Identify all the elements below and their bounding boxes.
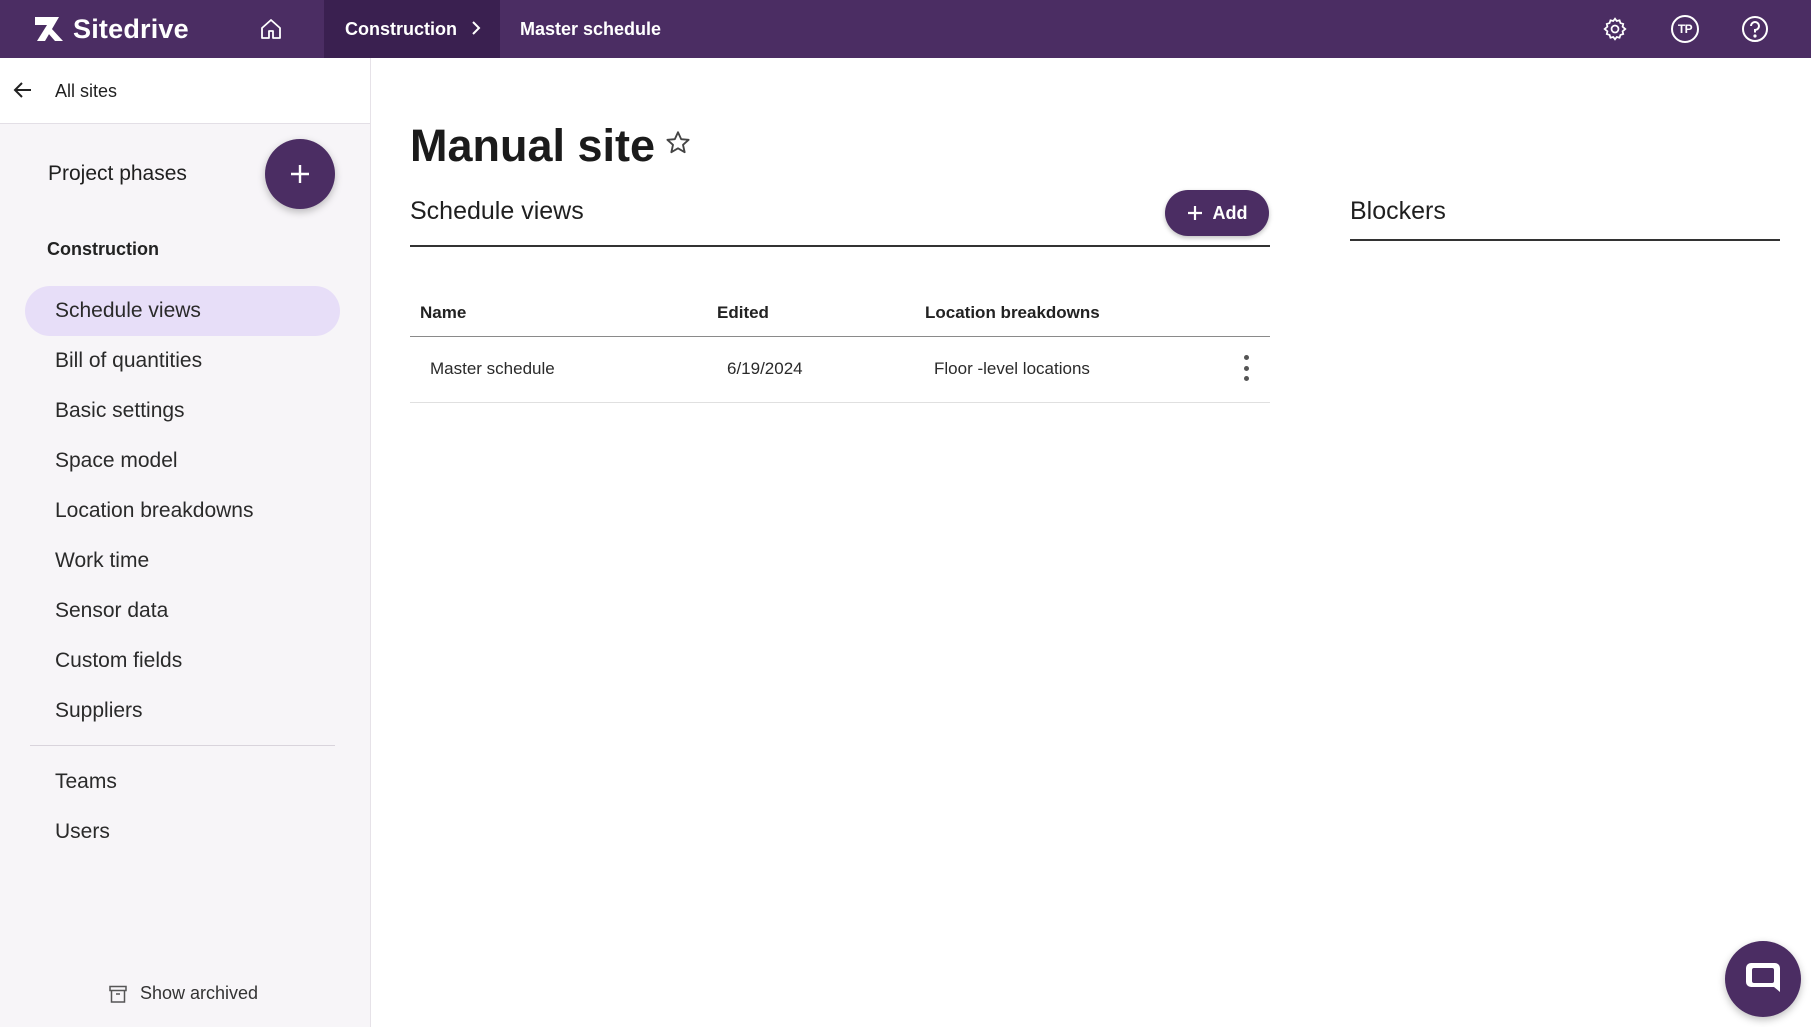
sidebar-item-location-breakdowns[interactable]: Location breakdowns: [25, 486, 340, 536]
schedule-views-title: Schedule views: [410, 197, 584, 225]
plus-icon: [1187, 206, 1202, 220]
plus-icon: [291, 165, 309, 183]
sidebar-item-teams[interactable]: Teams: [25, 757, 340, 807]
top-bar: Sitedrive Construction Master schedule T…: [0, 0, 1811, 58]
row-more-options-icon[interactable]: [1240, 355, 1252, 381]
chat-support-button[interactable]: [1725, 941, 1801, 1017]
chat-icon: [1746, 963, 1780, 992]
home-icon: [261, 19, 281, 39]
all-sites-label: All sites: [55, 81, 118, 101]
page-title: Manual site: [410, 120, 656, 171]
brand-name: Sitedrive: [73, 13, 189, 44]
add-phase-button[interactable]: [265, 139, 335, 209]
sidebar-item-schedule-views[interactable]: Schedule views: [25, 286, 340, 336]
blockers-rule: [1350, 239, 1780, 241]
column-header-name[interactable]: Name: [420, 303, 466, 323]
sitedrive-logo-icon: [35, 17, 63, 41]
sidebar-item-custom-fields[interactable]: Custom fields: [25, 636, 340, 686]
sidebar-item-users[interactable]: Users: [25, 807, 340, 857]
breadcrumb-master-schedule[interactable]: Master schedule: [520, 0, 661, 58]
avatar: TP: [1671, 15, 1699, 43]
row-location-breakdown: Floor -level locations: [934, 359, 1090, 378]
sidebar-item-suppliers[interactable]: Suppliers: [25, 686, 340, 736]
favorite-button[interactable]: [664, 129, 692, 162]
gear-icon: [1603, 17, 1627, 41]
table-row[interactable]: Master schedule 6/19/2024 Floor -level l…: [410, 337, 1270, 403]
show-archived-label: Show archived: [140, 983, 259, 1003]
blockers-title: Blockers: [1350, 197, 1446, 225]
show-archived-button[interactable]: Show archived: [108, 983, 258, 1004]
sidebar-item-space-model[interactable]: Space model: [25, 436, 340, 486]
project-phases-title: Project phases: [48, 162, 187, 185]
settings-button[interactable]: [1596, 10, 1634, 48]
kebab-dot: [1243, 376, 1249, 381]
column-header-location-breakdowns[interactable]: Location breakdowns: [925, 303, 1100, 323]
add-button-label: Add: [1212, 202, 1248, 223]
home-button[interactable]: [254, 12, 288, 46]
phase-group-construction: Construction: [47, 239, 159, 259]
kebab-dot: [1243, 365, 1249, 371]
sidebar-item-sensor-data[interactable]: Sensor data: [25, 586, 340, 636]
star-icon: [666, 131, 690, 154]
arrow-left-icon: [13, 82, 31, 98]
user-avatar-button[interactable]: TP: [1666, 10, 1704, 48]
breadcrumb-construction-label: Construction: [345, 18, 457, 39]
breadcrumb-construction[interactable]: Construction: [324, 0, 500, 58]
schedule-views-rule: [410, 245, 1270, 247]
chevron-right-icon: [472, 21, 481, 35]
breadcrumb-master-schedule-label: Master schedule: [520, 18, 662, 39]
sidebar-item-bill-of-quantities[interactable]: Bill of quantities: [25, 336, 340, 386]
row-name: Master schedule: [430, 359, 555, 378]
add-schedule-view-button[interactable]: Add: [1165, 190, 1269, 236]
sitedrive-logo[interactable]: Sitedrive: [33, 10, 189, 48]
help-button[interactable]: [1736, 10, 1774, 48]
kebab-dot: [1243, 355, 1249, 360]
archive-icon: [109, 985, 127, 1003]
help-icon: [1742, 16, 1768, 42]
sidebar: All sites Project phases Construction Sc…: [0, 58, 371, 1027]
sidebar-item-work-time[interactable]: Work time: [25, 536, 340, 586]
all-sites-link[interactable]: All sites: [0, 58, 370, 124]
sidebar-item-basic-settings[interactable]: Basic settings: [25, 386, 340, 436]
sidebar-divider: [30, 745, 335, 746]
row-edited: 6/19/2024: [727, 359, 803, 378]
column-header-edited[interactable]: Edited: [717, 303, 769, 323]
